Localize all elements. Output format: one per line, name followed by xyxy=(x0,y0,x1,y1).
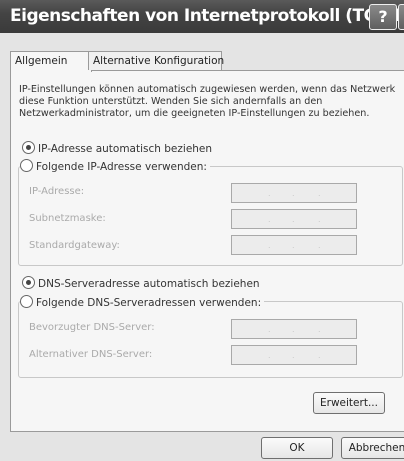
preferred-dns-field[interactable]: ... xyxy=(231,319,357,339)
radio-unselected-icon xyxy=(20,159,33,172)
radio-ip-auto-label: IP-Adresse automatisch beziehen xyxy=(38,143,213,155)
intro-description: IP-Einstellungen können automatisch zuge… xyxy=(19,84,396,119)
help-button[interactable]: ? xyxy=(369,4,397,30)
tab-alternate-configuration[interactable]: Alternative Konfiguration xyxy=(88,51,224,70)
tcpip-properties-dialog: Eigenschaften von Internetprotokoll (TCP… xyxy=(0,0,404,461)
radio-dns-manual[interactable]: Folgende DNS-Serveradressen verwenden: xyxy=(20,295,265,309)
radio-dns-auto-label: DNS-Serveradresse automatisch beziehen xyxy=(38,278,260,290)
radio-selected-icon xyxy=(22,276,35,289)
advanced-button[interactable]: Erweitert... xyxy=(313,392,385,414)
radio-ip-manual[interactable]: Folgende IP-Adresse verwenden: xyxy=(20,159,210,173)
ip-address-field[interactable]: ... xyxy=(231,183,357,203)
cancel-button[interactable]: Abbrechen xyxy=(341,437,404,459)
question-mark-icon: ? xyxy=(378,7,388,26)
ok-button[interactable]: OK xyxy=(261,437,333,459)
tab-general[interactable]: Allgemein xyxy=(10,51,92,72)
alternate-dns-field[interactable]: ... xyxy=(231,345,357,365)
radio-dns-manual-label: Folgende DNS-Serveradressen verwenden: xyxy=(36,297,262,309)
radio-dns-auto[interactable]: DNS-Serveradresse automatisch beziehen xyxy=(22,276,260,290)
title-bar: Eigenschaften von Internetprotokoll (TCP… xyxy=(0,0,404,33)
alternate-dns-label: Alternativer DNS-Server: xyxy=(29,349,153,360)
window-title: Eigenschaften von Internetprotokoll (TCP… xyxy=(10,6,404,26)
radio-ip-auto[interactable]: IP-Adresse automatisch beziehen xyxy=(22,141,212,155)
preferred-dns-label: Bevorzugter DNS-Server: xyxy=(29,322,155,333)
ip-address-label: IP-Adresse: xyxy=(29,186,85,197)
default-gateway-label: Standardgateway: xyxy=(29,240,120,251)
close-button[interactable] xyxy=(398,4,404,30)
dns-manual-group xyxy=(18,301,403,378)
subnet-mask-field[interactable]: ... xyxy=(231,209,357,229)
radio-ip-manual-label: Folgende IP-Adresse verwenden: xyxy=(36,161,207,173)
subnet-mask-label: Subnetzmaske: xyxy=(29,213,106,224)
radio-unselected-icon xyxy=(20,295,33,308)
default-gateway-field[interactable]: ... xyxy=(231,235,357,255)
radio-selected-icon xyxy=(22,141,35,154)
